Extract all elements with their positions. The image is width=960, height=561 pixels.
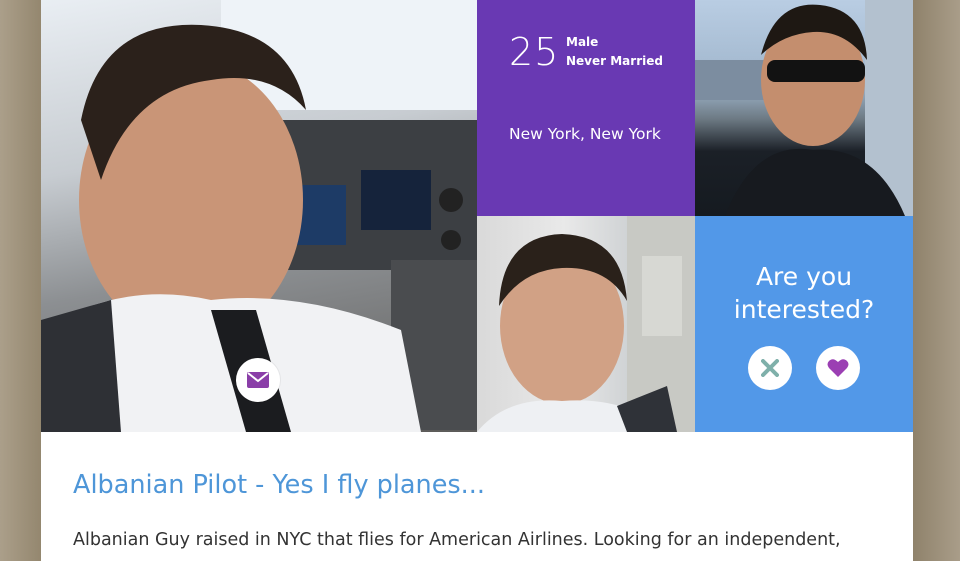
main-profile-photo[interactable]: [41, 0, 477, 432]
envelope-icon: [247, 372, 269, 388]
profile-headline: Albanian Pilot - Yes I fly planes...: [73, 470, 485, 500]
photo-grid: 25 Male Never Married New York, New York: [41, 0, 913, 432]
profile-photo-3[interactable]: [477, 216, 695, 432]
page-background-right: [913, 0, 960, 561]
photo-2-illustration: [695, 0, 913, 216]
gender: Male: [566, 35, 599, 49]
heart-icon: [827, 359, 849, 377]
not-interested-button[interactable]: [748, 346, 792, 390]
profile-meta: Male Never Married: [566, 33, 663, 71]
x-icon: [761, 359, 779, 377]
profile-card: 25 Male Never Married New York, New York: [41, 0, 913, 561]
profile-bio: Albanian Guy raised in NYC that flies fo…: [73, 530, 841, 550]
message-button[interactable]: [236, 358, 280, 402]
profile-info-tile: 25 Male Never Married New York, New York: [477, 0, 695, 216]
age: 25: [509, 30, 560, 74]
location: New York, New York: [509, 125, 661, 143]
marital-status: Never Married: [566, 54, 663, 68]
page-background-left: [0, 0, 41, 561]
profile-photo-2[interactable]: [695, 0, 913, 216]
interested-button[interactable]: [816, 346, 860, 390]
interest-question: Are you interested?: [733, 262, 875, 324]
interest-tile: Are you interested?: [695, 216, 913, 432]
photo-3-illustration: [477, 216, 695, 432]
